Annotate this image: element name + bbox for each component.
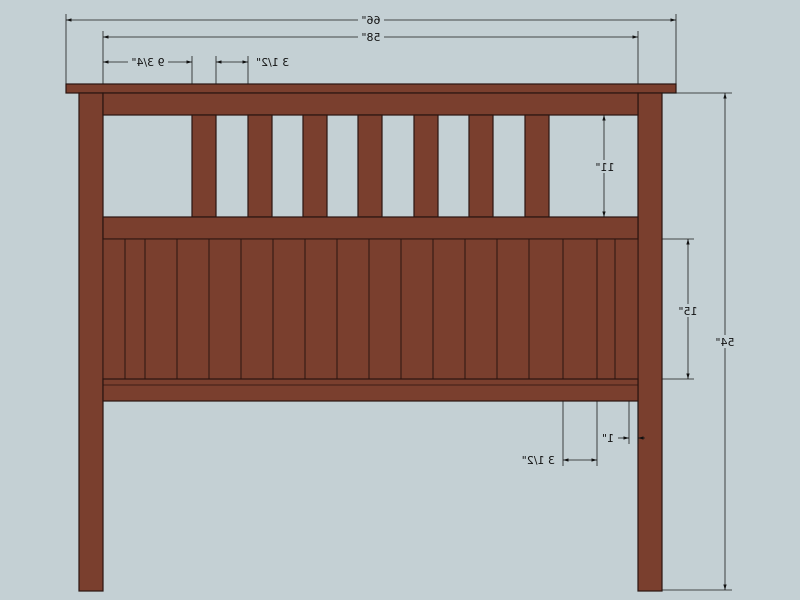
lower-panel [102, 238, 639, 380]
slat [247, 114, 273, 218]
board [528, 238, 564, 380]
dim-label-slat-gap: 9 3/4" [131, 56, 164, 69]
dim-label-inset: 1" [602, 432, 614, 445]
dim-board-width: 3 1/2" [522, 401, 598, 467]
board [614, 238, 639, 380]
dim-overall-height: 54" [662, 92, 737, 591]
board [596, 238, 616, 380]
dim-slat-gap: 9 3/4" [103, 55, 193, 84]
top-rail [102, 92, 639, 116]
dim-label-board-width: 3 1/2" [522, 454, 555, 467]
slat [191, 114, 217, 218]
dim-label-slat-width: 3 1/2" [256, 56, 289, 69]
slat [413, 114, 439, 218]
dim-label-panel-height: 15" [678, 305, 697, 318]
board [304, 238, 338, 380]
bottom-rail [102, 378, 639, 402]
board [176, 238, 210, 380]
board [144, 238, 178, 380]
dim-label-upper-opening: 11" [595, 161, 614, 174]
right-leg [637, 92, 663, 592]
middle-rail [102, 216, 639, 240]
board [400, 238, 434, 380]
upper-slats [191, 114, 550, 218]
board [464, 238, 498, 380]
headboard-drawing: 66" 58" 9 3/4" 3 1/2" 11" 15" 54" 3 1/2"… [65, 13, 737, 592]
left-leg [78, 92, 104, 592]
board [562, 238, 598, 380]
dim-upper-opening: 11" [594, 115, 616, 217]
board [124, 238, 146, 380]
slat [524, 114, 550, 218]
board [368, 238, 402, 380]
board [336, 238, 370, 380]
slat [302, 114, 328, 218]
dim-label-overall-width: 66" [361, 14, 380, 27]
dim-label-inner-width: 58" [361, 31, 380, 44]
board [102, 238, 126, 380]
slat [357, 114, 383, 218]
dim-slat-width: 3 1/2" [215, 56, 289, 84]
slat [468, 114, 494, 218]
top-cap [65, 83, 677, 94]
board [496, 238, 530, 380]
dim-inner-width: 58" [102, 30, 639, 84]
dim-overall-width: 66" [65, 13, 677, 84]
board [208, 238, 242, 380]
dim-label-overall-height: 54" [715, 336, 734, 349]
dim-panel-height: 15" [662, 238, 700, 380]
board [432, 238, 466, 380]
board [240, 238, 274, 380]
board [272, 238, 306, 380]
